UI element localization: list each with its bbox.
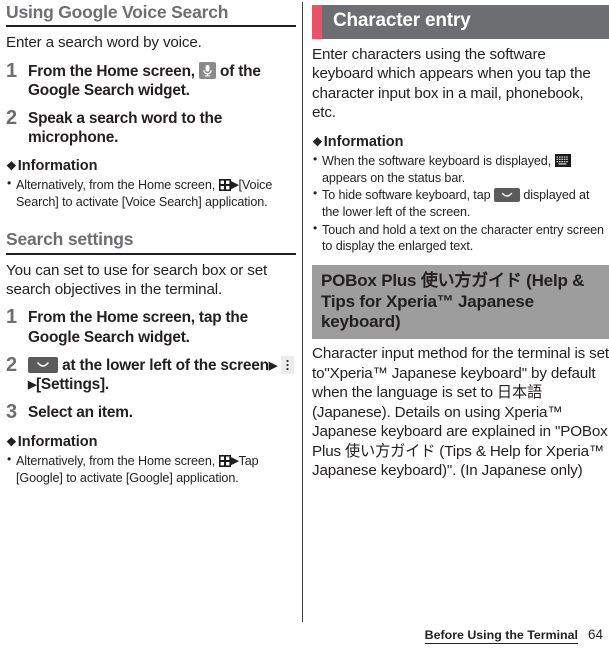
diamond-bullet-icon: ❖ — [312, 134, 323, 149]
information-label: Information — [17, 157, 98, 174]
list-item: Touch and hold a text on the character e… — [312, 221, 609, 255]
step-text: From the Home screen, tap the Google Sea… — [28, 309, 248, 346]
pobox-plus-banner: POBox Plus 使い方ガイド (Help & Tips for Xperi… — [312, 265, 609, 340]
arrow-right-icon: ▶ — [28, 378, 36, 391]
diamond-bullet-icon: ❖ — [6, 158, 17, 173]
left-column: Using Google Voice Search Enter a search… — [6, 0, 296, 486]
information-heading: ❖ Information — [6, 434, 296, 450]
arrow-right-icon: ▶ — [230, 454, 239, 467]
arrow-right-icon: ▶ — [268, 359, 277, 372]
step-item: 1 From the Home screen, of the Google Se… — [6, 59, 296, 100]
column-divider — [302, 2, 303, 622]
note-text-before: When the software keyboard is displayed, — [322, 153, 552, 168]
list-item: Alternatively, from the Home screen, ▶[V… — [6, 176, 296, 210]
information-list: When the software keyboard is displayed, — [312, 152, 609, 255]
information-label: Information — [323, 133, 404, 150]
step-item: 3 Select an item. — [6, 400, 296, 423]
search-settings-intro: You can set to use for search box or set… — [6, 261, 268, 298]
step-text-mid: at the lower left of the screen — [62, 356, 269, 374]
information-list: Alternatively, from the Home screen, ▶Ta… — [6, 452, 296, 486]
diamond-bullet-icon: ❖ — [6, 434, 17, 449]
list-item: Alternatively, from the Home screen, ▶Ta… — [6, 452, 296, 486]
note-text-before: Alternatively, from the Home screen, — [16, 177, 216, 192]
voice-search-intro: Enter a search word by voice. — [6, 34, 202, 52]
arrow-right-icon: ▶ — [230, 178, 239, 191]
manual-page: Using Google Voice Search Enter a search… — [0, 0, 609, 648]
information-label: Information — [17, 433, 98, 450]
step-text: Speak a search word to the microphone. — [28, 109, 223, 146]
note-text-after: appears on the status bar. — [322, 170, 466, 185]
step-number: 1 — [6, 59, 18, 82]
step-number: 3 — [6, 400, 18, 423]
character-entry-banner: Character entry — [312, 5, 609, 39]
character-entry-intro: Enter characters using the software keyb… — [312, 46, 591, 122]
banner-accent-bar — [312, 5, 322, 39]
chevron-down-key-icon — [28, 356, 58, 373]
banner-title: Character entry — [333, 10, 471, 31]
footer-page-number: 64 — [587, 627, 603, 642]
note-text-before: To hide software keyboard, tap — [322, 188, 491, 203]
information-list: Alternatively, from the Home screen, ▶[V… — [6, 176, 296, 210]
pobox-plus-body: Character input method for the terminal … — [312, 345, 609, 480]
step-text: at the lower left of the screen▶ ▶[Setti… — [28, 355, 296, 394]
step-text-end: [Settings]. — [35, 375, 110, 393]
step-item: 2 Speak a search word to the microphone. — [6, 106, 296, 147]
step-number: 2 — [6, 106, 18, 129]
information-heading: ❖ Information — [312, 134, 609, 150]
app-grid-icon — [218, 178, 231, 191]
app-grid-icon — [218, 454, 231, 467]
note-text-before: Alternatively, from the Home screen, — [16, 453, 216, 468]
keyboard-icon — [554, 153, 571, 167]
section-title-voice-search: Using Google Voice Search — [6, 0, 296, 28]
step-text: From the Home screen, of the Google Sear… — [28, 61, 296, 100]
step-text: Select an item. — [28, 403, 133, 421]
list-item: To hide software keyboard, tap displayed… — [312, 186, 609, 220]
step-number: 2 — [6, 353, 18, 376]
information-heading: ❖ Information — [6, 158, 296, 174]
step-item: 2 at the lower left of the screen▶ ▶[Set… — [6, 353, 296, 394]
chevron-down-key-icon — [493, 188, 520, 203]
footer-chapter-title: Before Using the Terminal — [424, 628, 578, 644]
step-number: 1 — [6, 306, 18, 329]
page-footer: Before Using the Terminal 64 — [424, 627, 603, 644]
right-column: Character entry Enter characters using t… — [312, 0, 609, 481]
step-item: 1 From the Home screen, tap the Google S… — [6, 307, 296, 346]
list-item: When the software keyboard is displayed, — [312, 152, 609, 186]
section-title-search-settings: Search settings — [6, 227, 296, 255]
step-text-before: From the Home screen, — [28, 62, 195, 80]
microphone-icon — [198, 61, 216, 79]
overflow-menu-icon — [280, 355, 294, 374]
